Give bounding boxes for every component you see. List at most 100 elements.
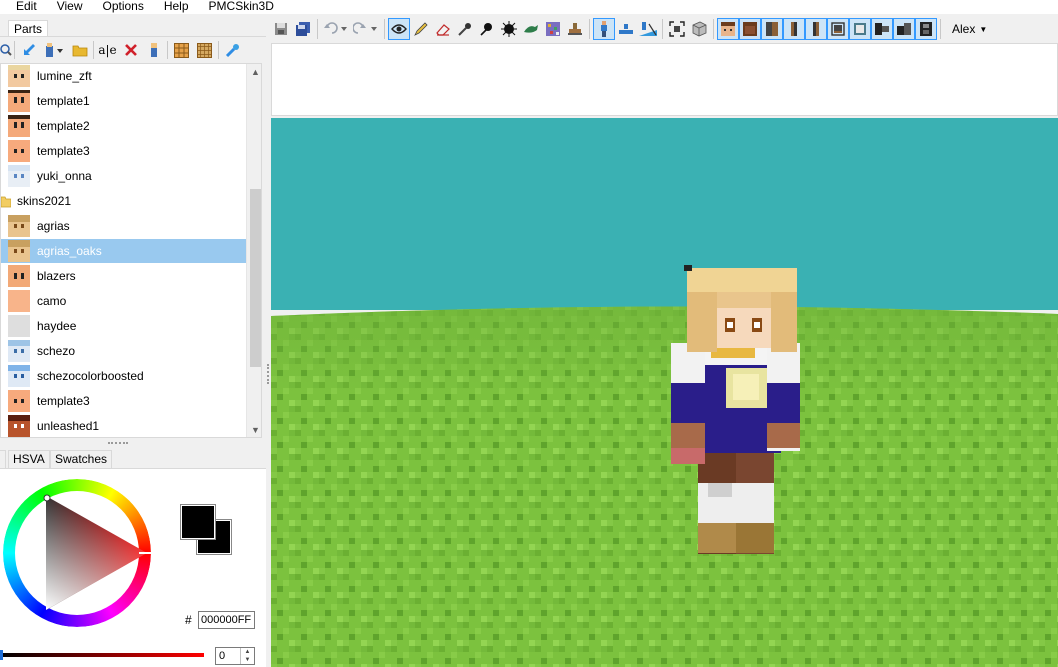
list-item[interactable]: yuki_onna <box>1 164 246 188</box>
list-item[interactable]: template2 <box>1 114 246 138</box>
list-item-selected[interactable]: agrias_oaks <box>1 239 246 263</box>
divider <box>713 19 714 39</box>
parts-tree[interactable]: lumine_zft template1 template2 template3… <box>0 63 262 438</box>
spin-arrows-icon[interactable]: ▲ ▼ <box>240 648 254 664</box>
toggle-left-arm-icon[interactable] <box>783 18 805 40</box>
list-item[interactable]: schezo <box>1 339 246 363</box>
stamp-icon[interactable] <box>564 18 586 40</box>
toggle-chest-icon[interactable] <box>761 18 783 40</box>
menu-help[interactable]: Help <box>154 0 199 12</box>
eyedropper-icon[interactable] <box>221 39 244 61</box>
folder-icon[interactable] <box>68 39 91 61</box>
grid-icon[interactable] <box>170 39 193 61</box>
model-dropdown[interactable]: Alex ▼ <box>952 22 987 36</box>
save-icon[interactable] <box>270 18 292 40</box>
folder-item[interactable]: skins2021 <box>1 189 246 213</box>
list-item[interactable]: template3 <box>1 389 246 413</box>
import-icon[interactable] <box>17 39 40 61</box>
vertical-splitter[interactable] <box>266 14 270 667</box>
tab-hsva[interactable]: HSVA <box>8 450 50 468</box>
scroll-up-icon[interactable]: ▲ <box>247 64 261 81</box>
burn-icon[interactable] <box>498 18 520 40</box>
list-item[interactable]: template1 <box>1 89 246 113</box>
list-item-label: agrias <box>37 219 70 233</box>
noise-icon[interactable] <box>542 18 564 40</box>
ground-icon[interactable] <box>615 18 637 40</box>
color-tabstrip: HSVA Swatches <box>0 450 266 468</box>
texture-grid-icon[interactable] <box>193 39 216 61</box>
sky <box>271 118 1058 310</box>
red-slider[interactable] <box>2 653 204 657</box>
list-item[interactable]: template3 <box>1 139 246 163</box>
eraser-icon[interactable] <box>432 18 454 40</box>
darken-lighten-icon[interactable] <box>520 18 542 40</box>
skin-head-icon <box>8 240 30 262</box>
color-wheel[interactable] <box>3 479 151 627</box>
list-item[interactable]: haydee <box>1 314 246 338</box>
toggle-head-icon[interactable] <box>717 18 739 40</box>
splitter-grip[interactable] <box>108 442 128 444</box>
tab-parts[interactable]: Parts <box>8 20 49 37</box>
divider <box>662 19 663 39</box>
model-view-icon[interactable] <box>593 18 615 40</box>
divider <box>940 19 941 39</box>
toggle-sleeves-icon[interactable] <box>915 18 937 40</box>
list-item[interactable]: lumine_zft <box>1 64 246 88</box>
scroll-down-icon[interactable]: ▼ <box>247 422 261 437</box>
toggle-overlay-icon[interactable] <box>871 18 893 40</box>
divider <box>0 36 266 37</box>
info-panel <box>271 43 1058 116</box>
3d-viewport[interactable] <box>271 118 1058 667</box>
list-item-label: template2 <box>37 119 90 133</box>
zoom-icon[interactable] <box>0 39 12 61</box>
undo-icon[interactable] <box>321 18 351 40</box>
scroll-thumb[interactable] <box>250 189 261 367</box>
menu-edit[interactable]: Edit <box>0 0 47 12</box>
tab-rgb[interactable] <box>0 450 6 468</box>
dodge-icon[interactable] <box>476 18 498 40</box>
toggle-left-leg-icon[interactable] <box>827 18 849 40</box>
hex-input[interactable]: 000000FF <box>198 611 255 629</box>
list-item[interactable]: unleashed1 <box>1 414 246 437</box>
list-item-label: camo <box>37 294 67 308</box>
toggle-helmet-icon[interactable] <box>739 18 761 40</box>
skin-head-icon <box>8 140 30 162</box>
clone-icon[interactable] <box>142 39 165 61</box>
redo-icon[interactable] <box>351 18 381 40</box>
list-item-label: haydee <box>37 319 77 333</box>
app-window: Edit View Options Help PMCSkin3D Parts a… <box>0 0 1058 667</box>
list-item-label: template3 <box>37 144 90 158</box>
save-all-icon[interactable] <box>292 18 314 40</box>
list-item[interactable]: agrias <box>1 214 246 238</box>
primary-color-swatch[interactable] <box>180 504 216 540</box>
menu-pmcskin3d[interactable]: PMCSkin3D <box>199 0 284 12</box>
tab-swatches[interactable]: Swatches <box>50 450 113 468</box>
list-item[interactable]: blazers <box>1 264 246 288</box>
perspective-icon[interactable] <box>637 18 659 40</box>
folder-icon <box>1 194 11 208</box>
menu-options[interactable]: Options <box>92 0 153 12</box>
tree-scrollbar[interactable]: ▲ ▼ <box>246 64 261 437</box>
toggle-jacket-icon[interactable] <box>893 18 915 40</box>
menu-view[interactable]: View <box>47 0 93 12</box>
skin-head-icon <box>8 65 30 87</box>
folder-label: skins2021 <box>17 194 72 208</box>
box-view-icon[interactable] <box>688 18 710 40</box>
list-item[interactable]: schezocolorboosted <box>1 364 246 388</box>
skin-head-icon <box>8 390 30 412</box>
red-slider-knob[interactable] <box>0 650 3 660</box>
screenshot-icon[interactable] <box>666 18 688 40</box>
viewport-scene[interactable] <box>271 118 1058 667</box>
rename-icon[interactable]: a|e <box>96 39 119 61</box>
camera-tool-icon[interactable] <box>388 18 410 40</box>
delete-icon[interactable] <box>119 39 142 61</box>
list-item[interactable]: camo <box>1 289 246 313</box>
pencil-icon[interactable] <box>410 18 432 40</box>
parts-toolbar: a|e <box>0 38 266 62</box>
new-skin-icon[interactable] <box>40 39 68 61</box>
toggle-right-leg-icon[interactable] <box>849 18 871 40</box>
divider <box>167 41 168 59</box>
toggle-right-arm-icon[interactable] <box>805 18 827 40</box>
dropper-icon[interactable] <box>454 18 476 40</box>
red-value-input[interactable]: 0 ▲ ▼ <box>215 647 255 665</box>
